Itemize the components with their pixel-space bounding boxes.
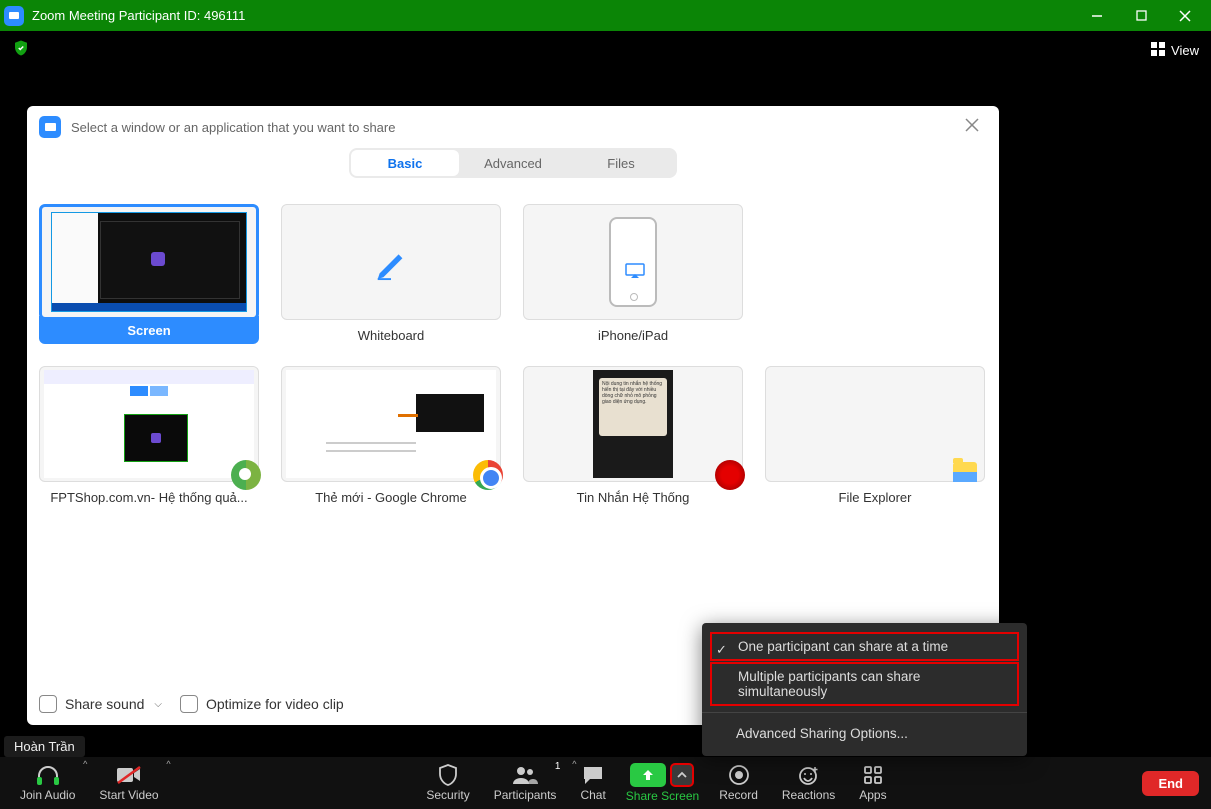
- share-sound-checkbox[interactable]: Share sound ⌵: [39, 695, 162, 713]
- minimize-button[interactable]: [1075, 0, 1119, 31]
- meeting-toolbar: ^ Join Audio ^ Start Video Security 1 ^ …: [0, 757, 1211, 809]
- chevron-down-icon[interactable]: ⌵: [154, 699, 162, 710]
- share-source-iphone-ipad[interactable]: iPhone/iPad: [523, 204, 743, 344]
- view-label: View: [1171, 43, 1199, 58]
- zoom-app-icon: [4, 6, 24, 26]
- share-source-app-chrome[interactable]: Thẻ mới - Google Chrome: [281, 366, 501, 505]
- checkbox-icon: [180, 695, 198, 713]
- chevron-up-icon[interactable]: ^: [166, 759, 170, 769]
- zoom-icon: [39, 116, 61, 138]
- chrome-icon: [473, 460, 503, 490]
- share-up-arrow-icon: [640, 768, 656, 782]
- coccoc-icon: [231, 460, 261, 490]
- security-button[interactable]: Security: [414, 757, 481, 809]
- share-screen-button-group: Share Screen: [618, 763, 707, 803]
- reactions-icon: [798, 764, 820, 786]
- optimize-video-label: Optimize for video clip: [206, 696, 344, 712]
- view-button[interactable]: View: [1151, 42, 1199, 59]
- chat-icon: [582, 764, 604, 786]
- share-screen-button[interactable]: [630, 763, 666, 787]
- meeting-topbar: View: [0, 31, 1211, 69]
- record-button[interactable]: Record: [707, 757, 770, 809]
- join-audio-button[interactable]: ^ Join Audio: [8, 757, 87, 809]
- share-source-label: Tin Nhắn Hệ Thống: [533, 490, 733, 505]
- share-source-app-fptshop[interactable]: FPTShop.com.vn- Hệ thống quả...: [39, 366, 259, 505]
- record-icon: [729, 764, 749, 786]
- share-source-whiteboard[interactable]: Whiteboard: [281, 204, 501, 344]
- file-explorer-icon: [955, 464, 985, 494]
- close-dialog-button[interactable]: [957, 114, 987, 141]
- dialog-header: Select a window or an application that y…: [27, 106, 999, 148]
- share-source-label: FPTShop.com.vn- Hệ thống quả...: [49, 490, 249, 505]
- encryption-shield-icon[interactable]: [12, 39, 30, 62]
- share-screen-label: Share Screen: [626, 789, 699, 803]
- app-thumb-icon: [765, 366, 985, 482]
- apps-icon: [863, 764, 883, 786]
- window-title: Zoom Meeting Participant ID: 496111: [32, 8, 245, 23]
- menu-advanced-sharing-options[interactable]: Advanced Sharing Options...: [702, 719, 1027, 748]
- share-options-popup: ✓ One participant can share at a time Mu…: [702, 623, 1027, 756]
- share-source-label: Screen: [39, 316, 259, 344]
- participants-count: 1: [555, 761, 561, 772]
- maximize-button[interactable]: [1119, 0, 1163, 31]
- share-sources-grid: Screen Whiteboard iPhone/iPad FPTShop.co…: [27, 178, 999, 505]
- menu-one-participant-share[interactable]: ✓ One participant can share at a time: [710, 632, 1019, 661]
- close-window-button[interactable]: [1163, 0, 1207, 31]
- start-video-button[interactable]: ^ Start Video: [87, 757, 170, 809]
- check-icon: ✓: [716, 642, 727, 658]
- video-off-icon: [116, 764, 142, 786]
- menu-divider: [702, 712, 1027, 713]
- end-meeting-button[interactable]: End: [1142, 771, 1199, 796]
- tab-files[interactable]: Files: [567, 150, 675, 176]
- share-source-label: iPhone/iPad: [533, 328, 733, 343]
- shield-icon: [438, 764, 458, 786]
- app-thumb-icon: [44, 370, 254, 478]
- chat-button[interactable]: Chat: [568, 757, 617, 809]
- window-titlebar: Zoom Meeting Participant ID: 496111: [0, 0, 1211, 31]
- dialog-title: Select a window or an application that y…: [71, 120, 395, 135]
- app-thumb-icon: Nội dung tin nhắn hệ thống hiển thị tại …: [593, 370, 673, 478]
- share-source-app-file-explorer[interactable]: File Explorer: [765, 366, 985, 505]
- iphone-icon: [523, 204, 743, 320]
- share-sound-label: Share sound: [65, 696, 144, 712]
- whiteboard-icon: [281, 204, 501, 320]
- chevron-up-icon: [677, 771, 687, 779]
- app-thumb-icon: [286, 370, 496, 478]
- participant-name-tag: Hoàn Trần: [4, 736, 85, 757]
- tab-basic[interactable]: Basic: [351, 150, 459, 176]
- share-tabs: Basic Advanced Files: [27, 148, 999, 178]
- share-source-app-garena[interactable]: Nội dung tin nhắn hệ thống hiển thị tại …: [523, 366, 743, 505]
- optimize-video-checkbox[interactable]: Optimize for video clip: [180, 695, 344, 713]
- grid-icon: [1151, 42, 1165, 59]
- headphones-icon: [35, 764, 61, 786]
- share-source-label: Whiteboard: [291, 328, 491, 343]
- tab-advanced[interactable]: Advanced: [459, 150, 567, 176]
- participants-icon: [512, 764, 538, 786]
- share-screen-options-caret[interactable]: [670, 763, 694, 787]
- menu-multiple-participants-share[interactable]: Multiple participants can share simultan…: [710, 662, 1019, 706]
- apps-button[interactable]: Apps: [847, 757, 898, 809]
- reactions-button[interactable]: Reactions: [770, 757, 847, 809]
- garena-icon: [715, 460, 745, 490]
- participants-button[interactable]: 1 ^ Participants: [482, 757, 569, 809]
- share-source-label: Thẻ mới - Google Chrome: [291, 490, 491, 505]
- share-source-label: File Explorer: [775, 490, 975, 505]
- share-source-screen[interactable]: Screen: [39, 204, 259, 344]
- screen-thumb-icon: [51, 212, 247, 312]
- checkbox-icon: [39, 695, 57, 713]
